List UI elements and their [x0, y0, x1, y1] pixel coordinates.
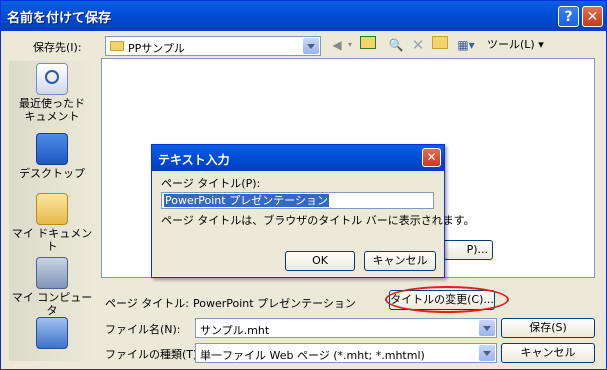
place-network[interactable]	[9, 317, 95, 351]
my-computer-icon	[36, 257, 68, 289]
place-label: マイ コンピュータ	[11, 291, 93, 317]
save-button[interactable]: 保存(S)	[501, 318, 595, 338]
filename-value: サンプル.mht	[200, 324, 270, 337]
places-bar: 最近使ったド キュメント デスクトップ マイ ドキュメント マイ コンピュータ	[9, 61, 95, 361]
folder-icon	[110, 41, 124, 51]
dialog-title: テキスト入力	[158, 153, 230, 167]
back-dropdown-icon[interactable]: ▾	[345, 36, 355, 54]
highlight-annotation	[385, 286, 509, 313]
dialog-hint: ページ タイトルは、ブラウザのタイトル バーに表示されます。	[161, 214, 475, 227]
recent-documents-icon	[36, 63, 68, 95]
dialog-field-label: ページ タイトル(P):	[161, 177, 261, 190]
window-title: 名前を付けて保存	[7, 11, 112, 26]
filetype-dropdown[interactable]: 単一ファイル Web ページ (*.mht; *.mhtml)	[195, 343, 497, 363]
desktop-icon	[36, 133, 68, 165]
place-my-documents[interactable]: マイ ドキュメント	[9, 193, 95, 253]
save-in-dropdown[interactable]: PPサンプル	[105, 36, 321, 56]
place-my-computer[interactable]: マイ コンピュータ	[9, 257, 95, 317]
search-web-icon[interactable]: 🔍	[387, 36, 405, 54]
tools-menu[interactable]: ツール(L) ▾	[487, 36, 547, 54]
cancel-button[interactable]: キャンセル	[501, 343, 595, 363]
filename-label: ファイル名(N):	[105, 323, 181, 336]
filename-field[interactable]: サンプル.mht	[195, 318, 497, 338]
page-title-input[interactable]: PowerPoint プレゼンテーション	[161, 192, 434, 209]
text-input-dialog: テキスト入力 ✕ ページ タイトル(P): PowerPoint プレゼンテーシ…	[151, 144, 475, 278]
page-title-input-value: PowerPoint プレゼンテーション	[164, 194, 329, 207]
place-label: デスクトップ	[19, 167, 85, 180]
dialog-cancel-button[interactable]: キャンセル	[364, 251, 436, 271]
save-in-value: PPサンプル	[128, 42, 185, 55]
new-folder-icon[interactable]	[431, 36, 449, 54]
help-button[interactable]: ?	[558, 6, 579, 27]
back-icon[interactable]: ◀	[329, 36, 345, 54]
filetype-label: ファイルの種類(T):	[105, 348, 202, 361]
save-in-label: 保存先(I):	[33, 41, 82, 54]
page-title-label: ページ タイトル:	[105, 297, 189, 310]
up-folder-icon[interactable]	[359, 36, 377, 54]
dialog-title-bar[interactable]: テキスト入力 ✕	[152, 145, 444, 171]
delete-icon[interactable]: ✕	[409, 36, 427, 54]
save-as-window: 名前を付けて保存 ? ✕ 保存先(I): PPサンプル ◀ ▾ 🔍 ✕ ▦▾ ツ…	[0, 0, 607, 370]
place-desktop[interactable]: デスクトップ	[9, 133, 95, 180]
chevron-down-icon[interactable]	[303, 38, 319, 54]
place-label: 最近使ったド キュメント	[19, 97, 85, 123]
title-bar[interactable]: 名前を付けて保存 ? ✕	[1, 1, 606, 31]
page-title-value: PowerPoint プレゼンテーション	[193, 297, 356, 310]
network-icon	[36, 317, 68, 349]
dialog-close-button[interactable]: ✕	[422, 148, 441, 167]
chevron-down-icon[interactable]	[479, 345, 495, 361]
my-documents-icon	[36, 193, 68, 225]
chevron-down-icon[interactable]	[479, 320, 495, 336]
filetype-value: 単一ファイル Web ページ (*.mht; *.mhtml)	[200, 349, 425, 362]
ok-button[interactable]: OK	[285, 251, 355, 271]
close-button[interactable]: ✕	[582, 6, 603, 27]
place-label: マイ ドキュメント	[11, 227, 93, 253]
publish-button[interactable]: P)...	[441, 240, 493, 260]
place-recent-documents[interactable]: 最近使ったド キュメント	[9, 63, 95, 123]
views-icon[interactable]: ▦▾	[453, 36, 479, 54]
